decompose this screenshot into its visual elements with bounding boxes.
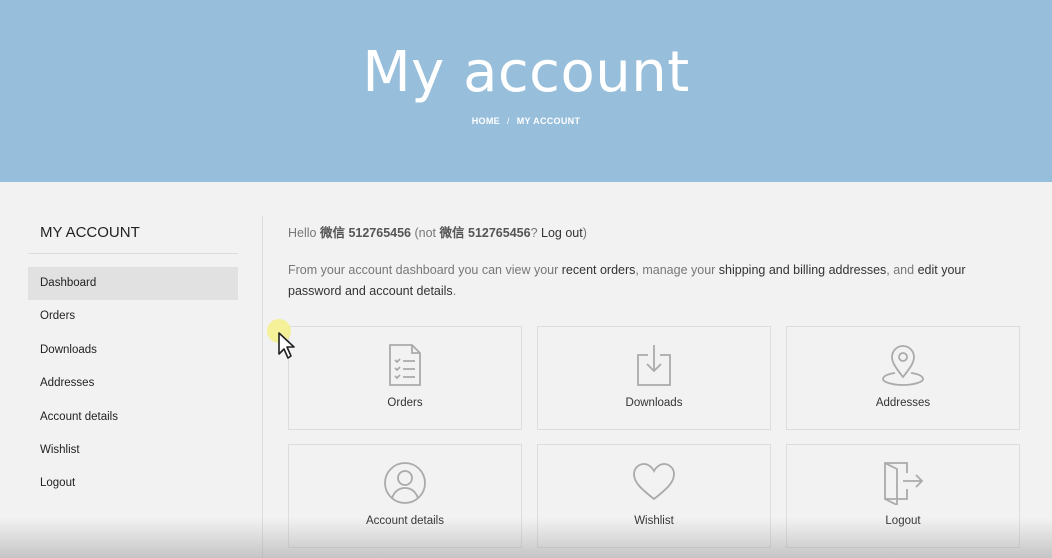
addresses-link[interactable]: shipping and billing addresses	[719, 263, 886, 277]
breadcrumb-home-link[interactable]: HOME	[472, 116, 500, 126]
page-title: My account	[362, 40, 690, 105]
sidebar-item-wishlist[interactable]: Wishlist	[28, 434, 238, 467]
tile-account-details-label: Account details	[366, 515, 444, 527]
map-pin-icon	[882, 345, 924, 386]
sidebar-item-downloads[interactable]: Downloads	[28, 334, 238, 367]
logout-link[interactable]: Log out	[541, 226, 583, 240]
dashboard-content: Hello 微信 512765456 (not 微信 512765456? Lo…	[288, 224, 1028, 302]
sidebar-item-orders[interactable]: Orders	[28, 300, 238, 333]
tile-logout[interactable]: Logout	[786, 444, 1020, 548]
clipboard-list-icon	[389, 344, 421, 386]
breadcrumb-separator: /	[506, 116, 510, 126]
tile-orders[interactable]: Orders	[288, 326, 522, 430]
tile-downloads[interactable]: Downloads	[537, 326, 771, 430]
user-circle-icon	[384, 462, 426, 504]
intro-text-1: From your account dashboard you can view…	[288, 263, 562, 277]
intro-text-2: , manage your	[635, 263, 719, 277]
tile-addresses[interactable]: Addresses	[786, 326, 1020, 430]
tile-account-details[interactable]: Account details	[288, 444, 522, 548]
username: 微信 512765456	[319, 226, 412, 240]
account-sidebar: MY ACCOUNT Dashboard Orders Downloads Ad…	[28, 216, 238, 501]
tile-downloads-label: Downloads	[625, 397, 683, 409]
account-navigation: Dashboard Orders Downloads Addresses Acc…	[28, 267, 238, 501]
hello-suffix: )	[582, 226, 587, 240]
tile-wishlist[interactable]: Wishlist	[537, 444, 771, 548]
dashboard-intro: From your account dashboard you can view…	[288, 260, 988, 302]
hello-not-prefix: (not	[411, 226, 440, 240]
hello-question: ?	[530, 226, 541, 240]
breadcrumb-current: MY ACCOUNT	[516, 116, 581, 126]
tile-wishlist-label: Wishlist	[634, 515, 674, 527]
intro-text-3: , and	[886, 263, 918, 277]
breadcrumb: HOME / MY ACCOUNT	[0, 116, 1052, 126]
download-icon	[637, 345, 671, 386]
column-divider	[262, 216, 263, 558]
page-header-banner: My account HOME / MY ACCOUNT	[0, 0, 1052, 182]
sidebar-item-account-details[interactable]: Account details	[28, 401, 238, 434]
hello-prefix: Hello	[288, 226, 320, 240]
username-repeat: 微信 512765456	[439, 226, 531, 240]
door-exit-icon	[884, 462, 924, 505]
heart-icon	[633, 463, 675, 501]
hello-message: Hello 微信 512765456 (not 微信 512765456? Lo…	[288, 224, 1028, 242]
sidebar-item-dashboard[interactable]: Dashboard	[28, 267, 238, 301]
tile-addresses-label: Addresses	[875, 397, 931, 409]
tile-orders-label: Orders	[387, 397, 423, 409]
tile-logout-label: Logout	[885, 515, 921, 527]
sidebar-heading: MY ACCOUNT	[28, 216, 238, 254]
recent-orders-link[interactable]: recent orders	[562, 263, 636, 277]
sidebar-item-logout[interactable]: Logout	[28, 467, 238, 500]
sidebar-item-addresses[interactable]: Addresses	[28, 367, 238, 400]
intro-text-4: .	[452, 284, 457, 298]
